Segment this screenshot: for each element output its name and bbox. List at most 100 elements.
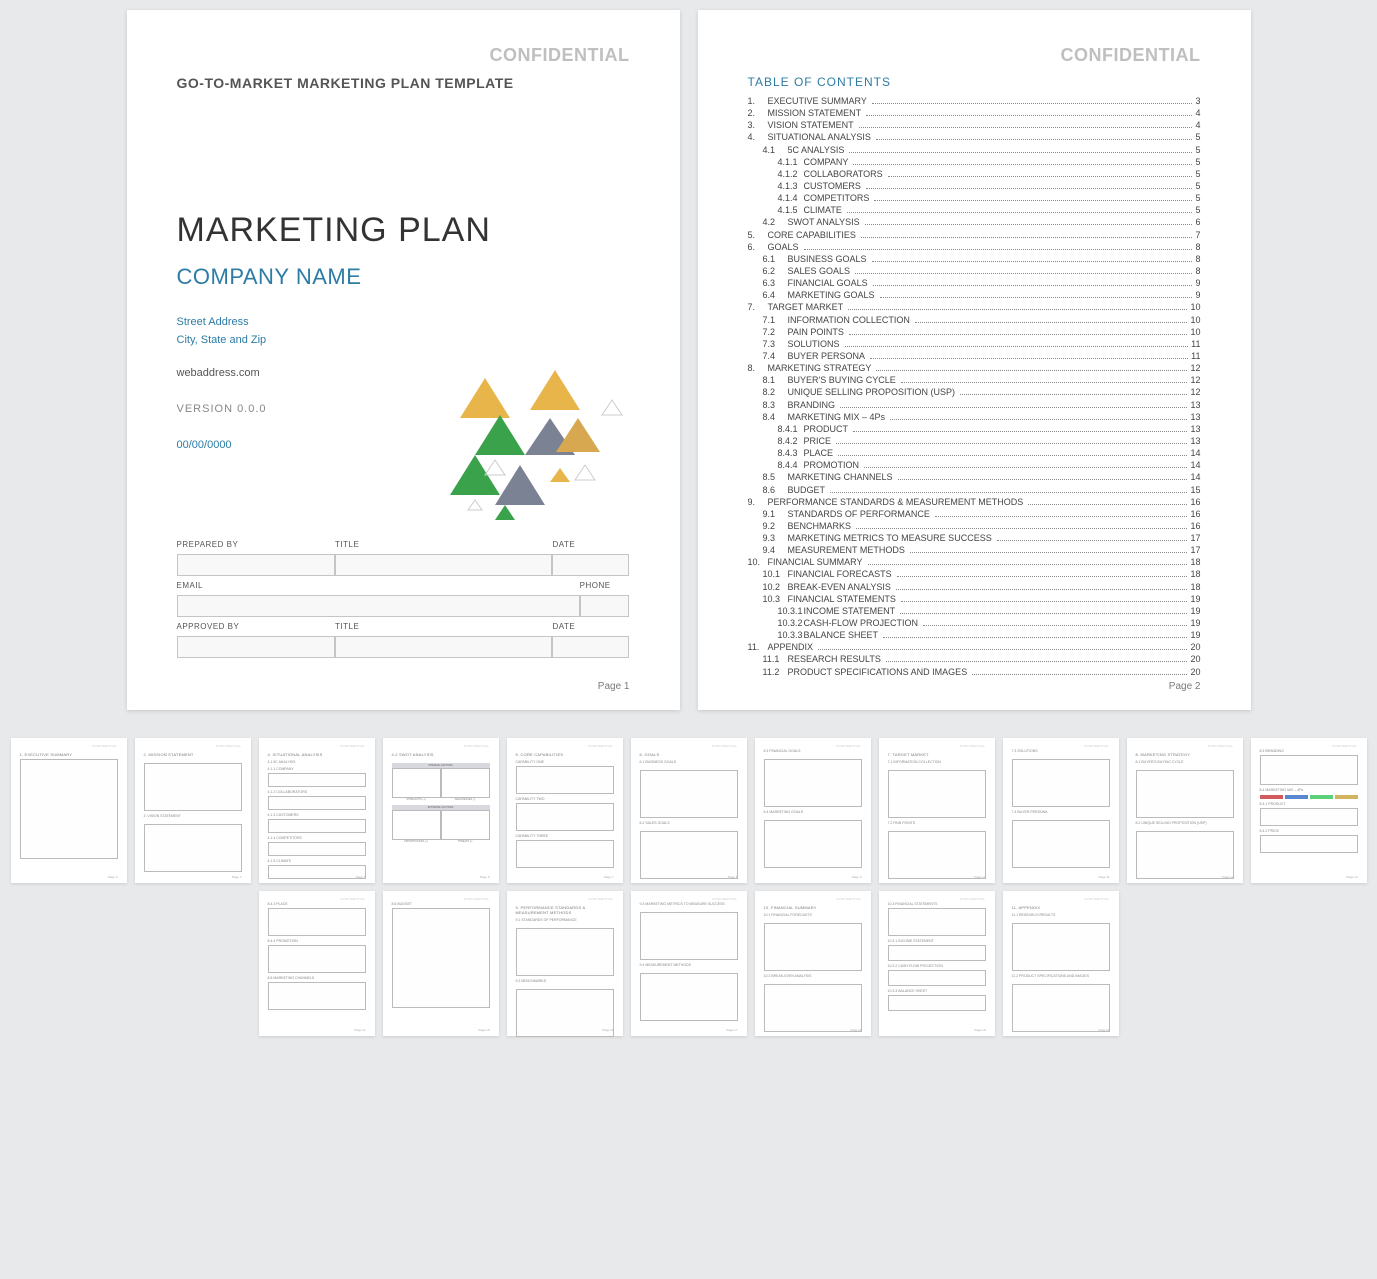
watermark-confidential: CONFIDENTIAL [588, 744, 614, 748]
thumb-box [1012, 923, 1110, 971]
toc-entry: 10.1FINANCIAL FORECASTS18 [748, 568, 1201, 580]
toc-entry: 10.3.1INCOME STATEMENT19 [748, 605, 1201, 617]
watermark-confidential: CONFIDENTIAL [1084, 744, 1110, 748]
toc-text: SWOT ANALYSIS [788, 216, 860, 228]
thumbnail-page[interactable]: CONFIDENTIAL6. GOALS6.1 BUSINESS GOALS6.… [631, 738, 747, 883]
toc-text: INFORMATION COLLECTION [788, 314, 910, 326]
thumbnail-page[interactable]: CONFIDENTIAL4.2 SWOT ANALYSISINTERNAL FA… [383, 738, 499, 883]
toc-entry: 9.PERFORMANCE STANDARDS & MEASUREMENT ME… [748, 496, 1201, 508]
toc-entry: 8.4.1PRODUCT13 [748, 423, 1201, 435]
toc-number: 10.3.3 [748, 629, 804, 641]
input-title[interactable] [335, 554, 552, 576]
toc-text: CORE CAPABILITIES [768, 229, 856, 241]
thumbnail-page[interactable]: CONFIDENTIAL8.3 BRANDING8.4 MARKETING MI… [1251, 738, 1367, 883]
toc-leader [870, 358, 1188, 359]
toc-text: MARKETING METRICS TO MEASURE SUCCESS [788, 532, 992, 544]
toc-text: MEASUREMENT METHODS [788, 544, 905, 556]
thumb-box [268, 773, 366, 787]
label-title-2: TITLE [335, 619, 552, 634]
toc-number: 1. [748, 95, 768, 107]
toc-leader [1028, 504, 1187, 505]
thumbnail-page[interactable]: CONFIDENTIAL4. SITUATIONAL ANALYSIS4.1 5… [259, 738, 375, 883]
thumbnail-page[interactable]: CONFIDENTIAL9. PERFORMANCE STANDARDS & M… [507, 891, 623, 1036]
toc-leader [855, 273, 1192, 274]
thumbnail-page[interactable]: CONFIDENTIAL8.4.3 PLACE8.4.4 PROMOTION8.… [259, 891, 375, 1036]
toc-text: MARKETING STRATEGY [768, 362, 872, 374]
toc-text: SALES GOALS [788, 265, 851, 277]
label-title: TITLE [335, 537, 552, 552]
toc-leader [853, 164, 1192, 165]
toc-page: 11 [1191, 338, 1200, 350]
thumb-subtitle: 10.3.2 CASH-FLOW PROJECTION [888, 964, 986, 968]
thumbnail-page[interactable]: CONFIDENTIAL11. APPENDIX11.1 RESEARCH RE… [1003, 891, 1119, 1036]
toc-text: CLIMATE [804, 204, 842, 216]
toc-text: 5C ANALYSIS [788, 144, 845, 156]
watermark-confidential: CONFIDENTIAL [490, 45, 630, 66]
toc-page: 8 [1195, 265, 1200, 277]
thumb-box [516, 989, 614, 1037]
input-prepared-by[interactable] [177, 554, 336, 576]
thumb-subtitle: 4.1.3 CUSTOMERS [268, 813, 366, 817]
cover-form: PREPARED BY TITLE DATE EMAIL PHONE APPRO… [177, 537, 630, 660]
thumbnail-page[interactable]: CONFIDENTIAL8. MARKETING STRATEGY8.1 BUY… [1127, 738, 1243, 883]
input-email[interactable] [177, 595, 580, 617]
thumb-box [888, 945, 986, 961]
input-date[interactable] [552, 554, 629, 576]
thumbnail-page[interactable]: CONFIDENTIAL6.3 FINANCIAL GOALS6.4 MARKE… [755, 738, 871, 883]
input-approved-by[interactable] [177, 636, 336, 658]
thumbnail-page[interactable]: CONFIDENTIAL10. FINANCIAL SUMMARY10.1 FI… [755, 891, 871, 1036]
toc-page: 16 [1190, 508, 1200, 520]
toc-entry: 6.GOALS8 [748, 241, 1201, 253]
toc-number: 6.4 [748, 289, 788, 301]
toc-page: 19 [1190, 605, 1200, 617]
toc-leader [849, 334, 1188, 335]
thumbnail-page[interactable]: CONFIDENTIAL7. TARGET MARKET7.1 INFORMAT… [879, 738, 995, 883]
toc-number: 6.3 [748, 277, 788, 289]
thumbnail-page[interactable]: CONFIDENTIAL8.6 BUDGETPage 15 [383, 891, 499, 1036]
thumb-subtitle: 8.4 MARKETING MIX – 4Ps [1260, 788, 1358, 792]
toc-leader [864, 467, 1187, 468]
address-block: Street Address City, State and Zip [177, 314, 630, 349]
toc-leader [859, 127, 1193, 128]
toc-number: 8.4.3 [748, 447, 804, 459]
thumbnail-page[interactable]: CONFIDENTIAL5. CORE CAPABILITIESCAPABILI… [507, 738, 623, 883]
toc-number: 7.4 [748, 350, 788, 362]
thumb-title: 6. GOALS [640, 752, 738, 757]
toc-page: 16 [1190, 496, 1200, 508]
toc-entry: 4.1.5CLIMATE5 [748, 204, 1201, 216]
thumb-box [268, 982, 366, 1010]
toc-leader [853, 431, 1187, 432]
toc-leader [838, 455, 1187, 456]
toc-text: FINANCIAL STATEMENTS [788, 593, 896, 605]
input-title-2[interactable] [335, 636, 552, 658]
thumb-title: 1. EXECUTIVE SUMMARY [20, 752, 118, 757]
thumb-box [764, 923, 862, 971]
thumbnail-page[interactable]: CONFIDENTIAL9.3 MARKETING METRICS TO MEA… [631, 891, 747, 1036]
input-date-2[interactable] [552, 636, 629, 658]
thumb-box [268, 865, 366, 879]
toc-leader [890, 419, 1187, 420]
page-number: Page 18 [850, 1028, 861, 1032]
toc-number: 8.3 [748, 399, 788, 411]
toc-text: INCOME STATEMENT [804, 605, 896, 617]
toc-entry: 7.3SOLUTIONS11 [748, 338, 1201, 350]
page-number: Page 3 [108, 875, 118, 879]
toc-entry: 8.3BRANDING13 [748, 399, 1201, 411]
thumb-box [268, 842, 366, 856]
toc-text: CUSTOMERS [804, 180, 861, 192]
toc-number: 6.2 [748, 265, 788, 277]
city-state-zip: City, State and Zip [177, 332, 630, 350]
thumbnail-page[interactable]: CONFIDENTIAL7.3 SOLUTIONS7.4 BUYER PERSO… [1003, 738, 1119, 883]
label-prepared-by: PREPARED BY [177, 537, 336, 552]
toc-entry: 8.4.4PROMOTION14 [748, 459, 1201, 471]
thumbnail-page[interactable]: CONFIDENTIAL 1. EXECUTIVE SUMMARY Page 3 [11, 738, 127, 883]
input-phone[interactable] [580, 595, 630, 617]
thumb-box [888, 970, 986, 986]
thumbnail-page[interactable]: CONFIDENTIAL10.3 FINANCIAL STATEMENTS10.… [879, 891, 995, 1036]
toc-text: FINANCIAL GOALS [788, 277, 868, 289]
toc-text: BALANCE SHEET [804, 629, 879, 641]
toc-number: 10. [748, 556, 768, 568]
thumbnail-page[interactable]: CONFIDENTIAL2. MISSION STATEMENT3. VISIO… [135, 738, 251, 883]
toc-number: 8.5 [748, 471, 788, 483]
watermark-confidential: CONFIDENTIAL [92, 744, 118, 748]
